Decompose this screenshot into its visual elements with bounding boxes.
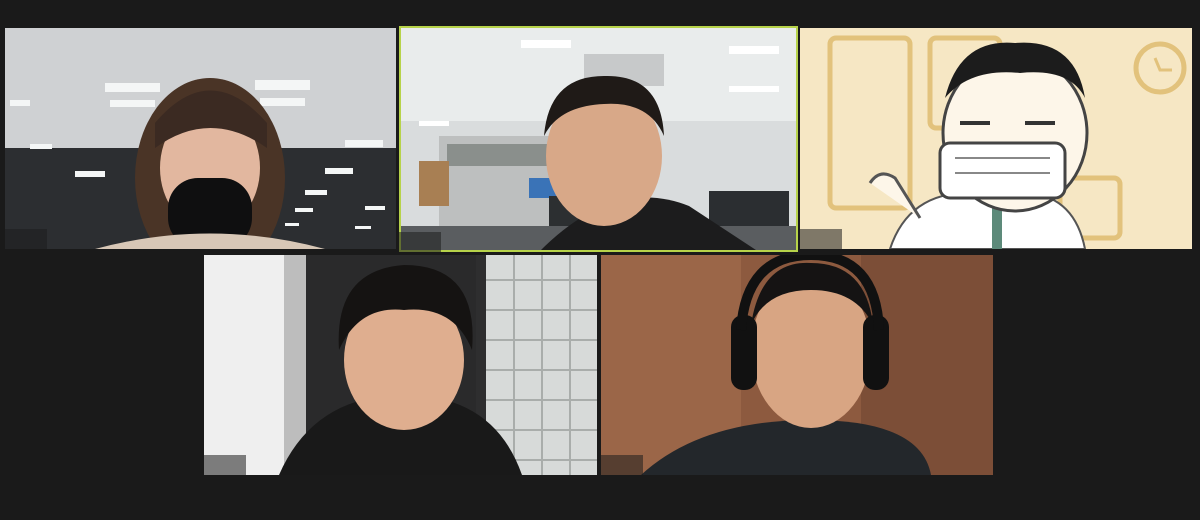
video-tile-participant-4[interactable] bbox=[204, 255, 597, 475]
video-tile-participant-1[interactable] bbox=[5, 28, 396, 249]
participant-1-name-tag bbox=[5, 229, 47, 249]
participant-4-name-tag bbox=[204, 455, 246, 475]
participant-3-video bbox=[800, 28, 1192, 249]
participant-2-name-tag bbox=[399, 232, 441, 252]
video-tile-participant-2[interactable] bbox=[399, 26, 798, 252]
participant-5-video bbox=[601, 255, 993, 475]
video-tile-participant-3[interactable] bbox=[800, 28, 1192, 249]
participant-2-video bbox=[399, 26, 798, 252]
participant-5-name-tag bbox=[601, 455, 643, 475]
video-tile-participant-5[interactable] bbox=[601, 255, 993, 475]
participant-3-name-tag bbox=[800, 229, 842, 249]
participant-1-video bbox=[5, 28, 396, 249]
participant-4-video bbox=[204, 255, 597, 475]
